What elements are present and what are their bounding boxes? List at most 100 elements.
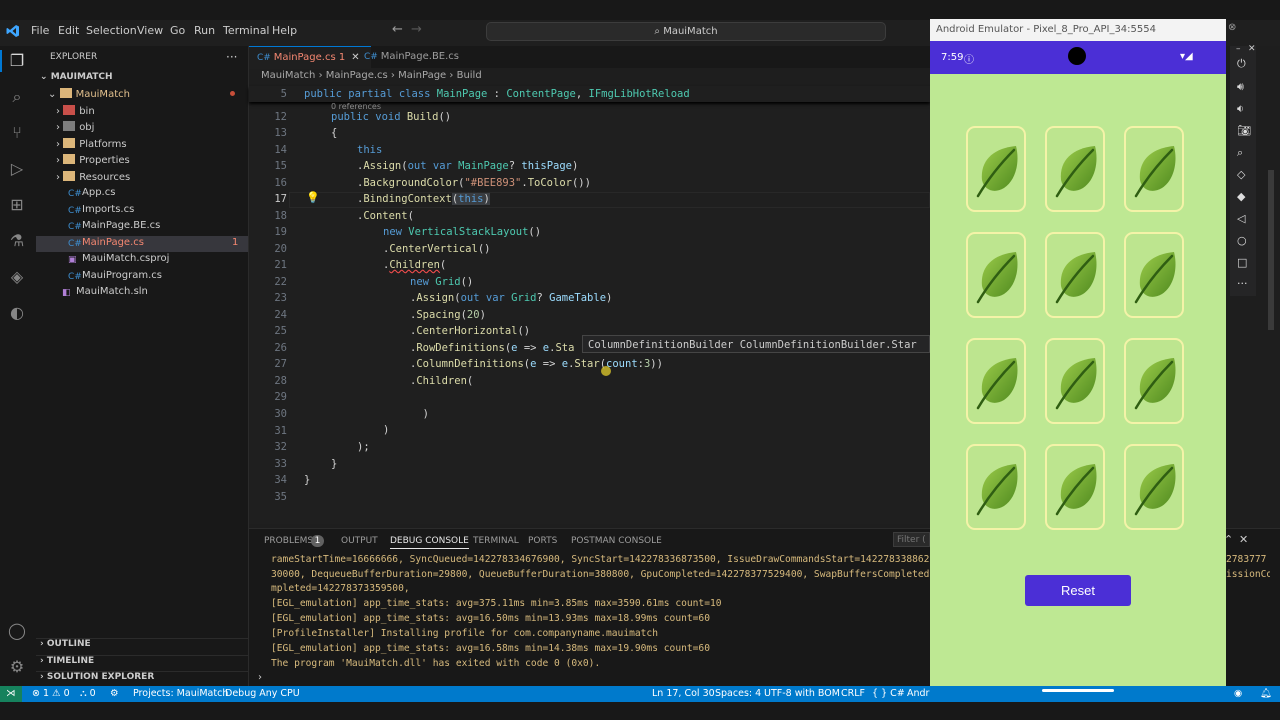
eol-status[interactable]: CRLF	[841, 688, 865, 699]
emulator-minimize-icon[interactable]: –	[1236, 44, 1241, 54]
memory-card[interactable]	[966, 126, 1026, 212]
volume-up-icon[interactable]: 🔊︎	[1237, 80, 1244, 94]
code-line-33: }	[331, 458, 338, 470]
panel-tab-terminal[interactable]: TERMINAL	[473, 536, 519, 546]
tab-mainpage-be[interactable]: C# MainPage.BE.cs	[356, 46, 468, 68]
memory-card[interactable]	[1124, 232, 1184, 318]
menu-view[interactable]: View	[137, 24, 163, 37]
tree-file-mainpage[interactable]: C#MainPage.cs	[68, 237, 144, 249]
menu-selection[interactable]: Selection	[86, 24, 137, 37]
tree-folder-bin[interactable]: › bin	[56, 105, 95, 117]
copilot-icon[interactable]: ◉	[1234, 688, 1242, 699]
reset-button[interactable]: Reset	[1025, 575, 1131, 606]
back-arrow-icon[interactable]: ←	[392, 22, 403, 37]
tree-folder-resources[interactable]: › Resources	[56, 171, 130, 183]
command-center[interactable]: ⌕ MauiMatch	[486, 22, 886, 41]
rotate-left-icon[interactable]: ◇	[1237, 168, 1245, 181]
remote-icon[interactable]: ◐	[6, 302, 28, 324]
chevron-right-icon: ›	[56, 122, 64, 133]
section-outline[interactable]: › OUTLINE	[36, 638, 248, 655]
memory-card[interactable]	[1045, 444, 1105, 530]
tree-folder-properties[interactable]: › Properties	[56, 154, 130, 166]
memory-card[interactable]	[966, 444, 1026, 530]
explorer-files-icon[interactable]: ❐	[6, 50, 28, 72]
zoom-icon[interactable]: ⌕	[1237, 146, 1243, 160]
more-actions-icon[interactable]: ···	[226, 50, 237, 64]
screenshot-camera-icon[interactable]: 📷︎	[1237, 124, 1251, 137]
android-status[interactable]: Andr	[907, 688, 929, 699]
manage-gear-icon[interactable]: ⚙	[6, 656, 28, 678]
menu-edit[interactable]: Edit	[58, 24, 79, 37]
tree-file-csproj[interactable]: ▣ MauiMatch.csproj	[68, 253, 169, 265]
overview-square-icon[interactable]: □	[1237, 256, 1247, 269]
problems-status[interactable]: ⊗ 1 ⚠ 0	[32, 688, 70, 699]
memory-card[interactable]	[1124, 338, 1184, 424]
editor-scrollbar[interactable]	[1268, 170, 1274, 330]
menu-terminal[interactable]: Terminal	[223, 24, 270, 37]
language-status[interactable]: { } C#	[872, 688, 905, 699]
ports-status[interactable]: ⛬ 0	[80, 688, 96, 699]
source-control-icon[interactable]: ⑂	[6, 122, 28, 144]
breadcrumb-item-file[interactable]: MainPage.cs	[326, 70, 388, 81]
emulator-window-close-icon[interactable]: ⊗	[1228, 22, 1236, 33]
power-icon[interactable]: ⏻	[1237, 57, 1246, 71]
testing-flask-icon[interactable]: ⚗	[6, 230, 28, 252]
menu-run[interactable]: Run	[194, 24, 215, 37]
tree-file-imports[interactable]: C#Imports.cs	[68, 204, 134, 216]
debug-run-icon[interactable]: ⚙	[110, 688, 119, 699]
menu-file[interactable]: File	[31, 24, 49, 37]
breadcrumb-item-method[interactable]: Build	[457, 70, 482, 81]
memory-card[interactable]	[1045, 126, 1105, 212]
memory-card[interactable]	[1045, 232, 1105, 318]
encoding-status[interactable]: UTF-8 with BOM	[764, 688, 840, 699]
menu-help[interactable]: Help	[272, 24, 297, 37]
panel-tab-postman-console[interactable]: POSTMAN CONSOLE	[571, 536, 662, 546]
notifications-bell-icon[interactable]: 🔔︎	[1260, 688, 1272, 699]
emulator-close-icon[interactable]: ✕	[1248, 44, 1256, 54]
panel-tab-problems[interactable]: PROBLEMS	[264, 536, 313, 546]
tree-folder-obj[interactable]: › obj	[56, 121, 94, 133]
tree-file-sln[interactable]: ◧ MauiMatch.sln	[62, 286, 148, 298]
console-filter-input[interactable]	[893, 532, 930, 547]
lightbulb-icon[interactable]: 💡	[306, 191, 320, 204]
breadcrumb-item-class[interactable]: MainPage	[398, 70, 446, 81]
codelens-references[interactable]: 0 references	[331, 102, 381, 111]
section-timeline[interactable]: › TIMELINE	[36, 655, 248, 672]
search-icon[interactable]: ⌕	[6, 86, 28, 108]
tree-file-mauiprogram[interactable]: C#MauiProgram.cs	[68, 270, 162, 282]
panel-tab-ports[interactable]: PORTS	[528, 536, 557, 546]
docker-icon[interactable]: ◈	[6, 266, 28, 288]
more-options-icon[interactable]: ···	[1237, 277, 1248, 290]
tree-file-mainpage-be[interactable]: C#MainPage.BE.cs	[68, 220, 160, 232]
indentation-status[interactable]: Spaces: 4	[715, 688, 761, 699]
build-config-status[interactable]: Debug Any CPU	[225, 688, 300, 699]
project-status[interactable]: Projects: MauiMatch	[133, 688, 228, 699]
volume-down-icon[interactable]: 🔉︎	[1237, 102, 1244, 116]
cursor-position[interactable]: Ln 17, Col 30	[652, 688, 715, 699]
console-input-chevron-icon[interactable]: ›	[258, 672, 262, 683]
memory-card[interactable]	[966, 232, 1026, 318]
panel-tab-output[interactable]: OUTPUT	[341, 536, 378, 546]
extensions-icon[interactable]: ⊞	[6, 194, 28, 216]
workspace-root[interactable]: ⌄ MAUIMATCH	[40, 72, 113, 82]
gesture-home-bar[interactable]	[1042, 689, 1114, 692]
memory-card[interactable]	[966, 338, 1026, 424]
account-icon[interactable]: ◯	[6, 620, 28, 642]
memory-card[interactable]	[1124, 126, 1184, 212]
panel-tab-debug-console[interactable]: DEBUG CONSOLE	[390, 536, 469, 549]
tree-folder-platforms[interactable]: › Platforms	[56, 138, 127, 150]
back-triangle-icon[interactable]: ◁	[1237, 212, 1245, 225]
rotate-right-icon[interactable]: ◆	[1237, 190, 1245, 203]
code-editor[interactable]	[249, 86, 930, 524]
close-panel-icon[interactable]: ✕	[1239, 533, 1248, 546]
memory-card[interactable]	[1045, 338, 1105, 424]
tree-file-app[interactable]: C#App.cs	[68, 187, 115, 199]
memory-card[interactable]	[1124, 444, 1184, 530]
tab-mainpage[interactable]: C# MainPage.cs 1 ✕	[249, 46, 371, 69]
breadcrumb-item-project[interactable]: MauiMatch	[261, 70, 315, 81]
home-circle-icon[interactable]: ○	[1237, 234, 1247, 247]
forward-arrow-icon[interactable]: →	[411, 22, 422, 37]
run-debug-icon[interactable]: ▷	[6, 158, 28, 180]
menu-go[interactable]: Go	[170, 24, 185, 37]
tree-folder-mauimatch[interactable]: ⌄ MauiMatch	[48, 88, 130, 100]
